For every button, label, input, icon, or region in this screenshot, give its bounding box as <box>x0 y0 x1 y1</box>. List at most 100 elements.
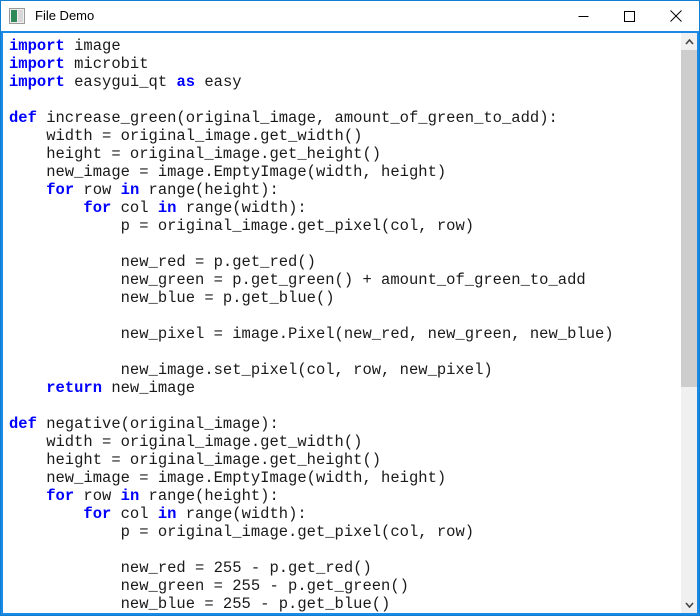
code-token: row <box>74 487 121 505</box>
code-token: easy <box>195 73 242 91</box>
code-line: new_blue = 255 - p.get_blue() <box>9 595 680 613</box>
code-line: def increase_green(original_image, amoun… <box>9 109 680 127</box>
code-keyword: for <box>46 487 74 505</box>
code-token: new_image = image.EmptyImage(width, heig… <box>9 163 446 181</box>
chevron-up-icon <box>685 39 694 45</box>
code-keyword: return <box>46 379 102 397</box>
code-line: for row in range(height): <box>9 487 680 505</box>
code-line: import easygui_qt as easy <box>9 73 680 91</box>
code-line: return new_image <box>9 379 680 397</box>
code-token: microbit <box>65 55 149 73</box>
code-line: new_blue = p.get_blue() <box>9 289 680 307</box>
code-token: height = original_image.get_height() <box>9 145 381 163</box>
scroll-down-button[interactable] <box>681 596 697 613</box>
title-bar-left: File Demo <box>1 8 560 24</box>
code-token: new_red = p.get_red() <box>9 253 316 271</box>
window-controls <box>560 1 699 31</box>
code-line <box>9 343 680 361</box>
application-window: File Demo import image <box>0 0 700 616</box>
maximize-icon <box>624 11 635 22</box>
code-line: height = original_image.get_height() <box>9 145 680 163</box>
code-token: new_red = 255 - p.get_red() <box>9 559 372 577</box>
code-line: width = original_image.get_width() <box>9 127 680 145</box>
code-keyword: def <box>9 415 37 433</box>
code-keyword: in <box>121 181 140 199</box>
code-line: new_image.set_pixel(col, row, new_pixel) <box>9 361 680 379</box>
image-file-icon-grey-swatch <box>18 10 23 22</box>
close-button[interactable] <box>652 1 699 31</box>
code-text: import imageimport microbitimport easygu… <box>9 37 680 613</box>
code-line: height = original_image.get_height() <box>9 451 680 469</box>
code-token: negative(original_image): <box>37 415 279 433</box>
code-token: p = original_image.get_pixel(col, row) <box>9 217 474 235</box>
code-keyword: import <box>9 73 65 91</box>
code-token: col <box>111 199 158 217</box>
chevron-down-icon <box>685 602 694 608</box>
scrollbar-track[interactable] <box>681 50 697 596</box>
code-token: easygui_qt <box>65 73 177 91</box>
code-token <box>9 181 46 199</box>
code-keyword: for <box>46 181 74 199</box>
code-line: new_red = p.get_red() <box>9 253 680 271</box>
code-token: new_image = image.EmptyImage(width, heig… <box>9 469 446 487</box>
code-line: new_image = image.EmptyImage(width, heig… <box>9 163 680 181</box>
code-line: for row in range(height): <box>9 181 680 199</box>
code-line: import image <box>9 37 680 55</box>
code-token: new_blue = p.get_blue() <box>9 289 335 307</box>
code-token: p = original_image.get_pixel(col, row) <box>9 523 474 541</box>
editor-content-area: import imageimport microbitimport easygu… <box>1 31 699 615</box>
code-line: new_image = image.EmptyImage(width, heig… <box>9 469 680 487</box>
code-viewer[interactable]: import imageimport microbitimport easygu… <box>3 33 680 613</box>
minimize-button[interactable] <box>560 1 606 31</box>
code-keyword: in <box>158 199 177 217</box>
window-title: File Demo <box>35 8 94 24</box>
code-token <box>9 379 46 397</box>
code-line: new_green = 255 - p.get_green() <box>9 577 680 595</box>
code-line: new_pixel = image.Pixel(new_red, new_gre… <box>9 325 680 343</box>
code-token: new_green = 255 - p.get_green() <box>9 577 409 595</box>
code-token: range(height): <box>139 181 279 199</box>
code-token <box>9 487 46 505</box>
code-token: new_blue = 255 - p.get_blue() <box>9 595 390 613</box>
vertical-scrollbar[interactable] <box>680 33 697 613</box>
scrollbar-thumb[interactable] <box>681 50 697 387</box>
code-token <box>9 505 83 523</box>
code-keyword: in <box>158 505 177 523</box>
code-token: new_pixel = image.Pixel(new_red, new_gre… <box>9 325 614 343</box>
code-token: row <box>74 181 121 199</box>
code-token: new_green = p.get_green() + amount_of_gr… <box>9 271 586 289</box>
image-file-icon <box>9 8 25 24</box>
code-token: image <box>65 37 121 55</box>
code-line: for col in range(width): <box>9 199 680 217</box>
code-keyword: in <box>121 487 140 505</box>
code-keyword: def <box>9 109 37 127</box>
code-line: new_green = p.get_green() + amount_of_gr… <box>9 271 680 289</box>
image-file-icon-green-swatch <box>11 10 17 22</box>
code-token: width = original_image.get_width() <box>9 433 362 451</box>
code-keyword: import <box>9 55 65 73</box>
code-token <box>9 199 83 217</box>
code-keyword: import <box>9 37 65 55</box>
scroll-up-button[interactable] <box>681 33 697 50</box>
title-bar[interactable]: File Demo <box>1 1 699 31</box>
code-token: range(height): <box>139 487 279 505</box>
maximize-button[interactable] <box>606 1 652 31</box>
close-icon <box>670 10 682 22</box>
code-token: height = original_image.get_height() <box>9 451 381 469</box>
code-keyword: for <box>83 199 111 217</box>
code-token: new_image.set_pixel(col, row, new_pixel) <box>9 361 493 379</box>
code-line <box>9 397 680 415</box>
code-line <box>9 91 680 109</box>
code-line: for col in range(width): <box>9 505 680 523</box>
code-line <box>9 541 680 559</box>
code-line <box>9 307 680 325</box>
code-token: width = original_image.get_width() <box>9 127 362 145</box>
code-token: col <box>111 505 158 523</box>
code-line: width = original_image.get_width() <box>9 433 680 451</box>
code-token: increase_green(original_image, amount_of… <box>37 109 558 127</box>
code-line: def negative(original_image): <box>9 415 680 433</box>
code-keyword: as <box>176 73 195 91</box>
code-token: range(width): <box>176 199 306 217</box>
code-line: new_red = 255 - p.get_red() <box>9 559 680 577</box>
code-token: range(width): <box>176 505 306 523</box>
